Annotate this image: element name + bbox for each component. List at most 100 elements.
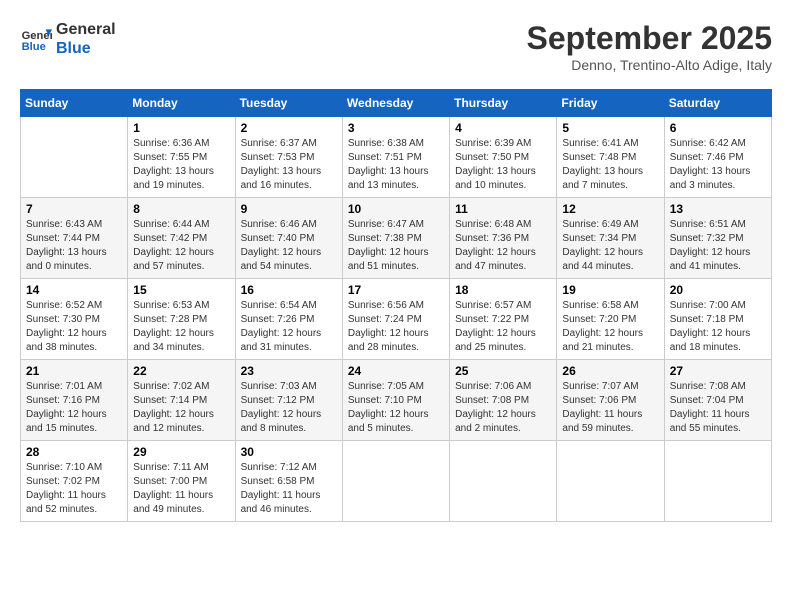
- day-number: 23: [241, 364, 337, 378]
- day-number: 8: [133, 202, 229, 216]
- calendar-cell: 23 Sunrise: 7:03 AM Sunset: 7:12 PM Dayli…: [235, 360, 342, 441]
- day-info: Sunrise: 7:06 AM Sunset: 7:08 PM Dayligh…: [455, 380, 551, 436]
- calendar-cell: 22 Sunrise: 7:02 AM Sunset: 7:14 PM Dayli…: [128, 360, 235, 441]
- day-info: Sunrise: 6:54 AM Sunset: 7:26 PM Dayligh…: [241, 299, 337, 355]
- day-info: Sunrise: 6:39 AM Sunset: 7:50 PM Dayligh…: [455, 137, 551, 193]
- day-number: 24: [348, 364, 444, 378]
- month-title: September 2025: [527, 20, 772, 57]
- calendar-cell: 10Sunrise: 6:47 AM Sunset: 7:38 PM Dayli…: [342, 198, 449, 279]
- calendar-cell: 18 Sunrise: 6:57 AM Sunset: 7:22 PM Dayli…: [450, 279, 557, 360]
- day-info: Sunrise: 7:05 AM Sunset: 7:10 PM Dayligh…: [348, 380, 444, 436]
- calendar-week-5: 28Sunrise: 7:10 AM Sunset: 7:02 PM Dayli…: [21, 441, 772, 522]
- day-number: 19: [562, 283, 658, 297]
- day-number: 29: [133, 445, 229, 459]
- calendar-cell: 21 Sunrise: 7:01 AM Sunset: 7:16 PM Dayli…: [21, 360, 128, 441]
- calendar-cell: 5 Sunrise: 6:41 AM Sunset: 7:48 PM Daylig…: [557, 117, 664, 198]
- calendar-cell: 14 Sunrise: 6:52 AM Sunset: 7:30 PM Dayli…: [21, 279, 128, 360]
- day-number: 26: [562, 364, 658, 378]
- day-info: Sunrise: 7:07 AM Sunset: 7:06 PM Dayligh…: [562, 380, 658, 436]
- calendar-cell: 19 Sunrise: 6:58 AM Sunset: 7:20 PM Dayli…: [557, 279, 664, 360]
- calendar-cell: 26 Sunrise: 7:07 AM Sunset: 7:06 PM Dayli…: [557, 360, 664, 441]
- day-header-sunday: Sunday: [21, 90, 128, 117]
- calendar-body: 1 Sunrise: 6:36 AM Sunset: 7:55 PM Daylig…: [21, 117, 772, 522]
- calendar-cell: 15Sunrise: 6:53 AM Sunset: 7:28 PM Dayli…: [128, 279, 235, 360]
- calendar-cell: 4 Sunrise: 6:39 AM Sunset: 7:50 PM Daylig…: [450, 117, 557, 198]
- day-info: Sunrise: 7:10 AM Sunset: 7:02 PM Dayligh…: [26, 461, 122, 517]
- day-number: 17: [348, 283, 444, 297]
- day-info: Sunrise: 6:51 AM Sunset: 7:32 PM Dayligh…: [670, 218, 766, 274]
- title-block: September 2025 Denno, Trentino-Alto Adig…: [527, 20, 772, 73]
- day-info: Sunrise: 7:08 AM Sunset: 7:04 PM Dayligh…: [670, 380, 766, 436]
- calendar-cell: 9 Sunrise: 6:46 AM Sunset: 7:40 PM Daylig…: [235, 198, 342, 279]
- day-info: Sunrise: 7:00 AM Sunset: 7:18 PM Dayligh…: [670, 299, 766, 355]
- day-header-monday: Monday: [128, 90, 235, 117]
- day-info: Sunrise: 6:57 AM Sunset: 7:22 PM Dayligh…: [455, 299, 551, 355]
- calendar-cell: 17Sunrise: 6:56 AM Sunset: 7:24 PM Dayli…: [342, 279, 449, 360]
- day-info: Sunrise: 6:43 AM Sunset: 7:44 PM Dayligh…: [26, 218, 122, 274]
- calendar-cell: 25Sunrise: 7:06 AM Sunset: 7:08 PM Dayli…: [450, 360, 557, 441]
- day-info: Sunrise: 6:44 AM Sunset: 7:42 PM Dayligh…: [133, 218, 229, 274]
- calendar-cell: [664, 441, 771, 522]
- day-number: 12: [562, 202, 658, 216]
- day-header-tuesday: Tuesday: [235, 90, 342, 117]
- day-number: 22: [133, 364, 229, 378]
- day-info: Sunrise: 6:49 AM Sunset: 7:34 PM Dayligh…: [562, 218, 658, 274]
- calendar-week-3: 14 Sunrise: 6:52 AM Sunset: 7:30 PM Dayli…: [21, 279, 772, 360]
- day-info: Sunrise: 6:42 AM Sunset: 7:46 PM Dayligh…: [670, 137, 766, 193]
- day-info: Sunrise: 7:03 AM Sunset: 7:12 PM Dayligh…: [241, 380, 337, 436]
- svg-text:Blue: Blue: [22, 41, 46, 53]
- day-number: 5: [562, 121, 658, 135]
- day-info: Sunrise: 6:41 AM Sunset: 7:48 PM Dayligh…: [562, 137, 658, 193]
- day-info: Sunrise: 6:38 AM Sunset: 7:51 PM Dayligh…: [348, 137, 444, 193]
- day-number: 18: [455, 283, 551, 297]
- calendar-cell: 27 Sunrise: 7:08 AM Sunset: 7:04 PM Dayli…: [664, 360, 771, 441]
- calendar-cell: [557, 441, 664, 522]
- day-info: Sunrise: 7:02 AM Sunset: 7:14 PM Dayligh…: [133, 380, 229, 436]
- calendar-cell: [450, 441, 557, 522]
- calendar-cell: 11Sunrise: 6:48 AM Sunset: 7:36 PM Dayli…: [450, 198, 557, 279]
- day-number: 3: [348, 121, 444, 135]
- day-number: 10: [348, 202, 444, 216]
- day-number: 1: [133, 121, 229, 135]
- day-header-friday: Friday: [557, 90, 664, 117]
- day-number: 7: [26, 202, 122, 216]
- calendar-cell: 16Sunrise: 6:54 AM Sunset: 7:26 PM Dayli…: [235, 279, 342, 360]
- day-number: 27: [670, 364, 766, 378]
- day-number: 4: [455, 121, 551, 135]
- day-header-saturday: Saturday: [664, 90, 771, 117]
- day-info: Sunrise: 6:46 AM Sunset: 7:40 PM Dayligh…: [241, 218, 337, 274]
- day-info: Sunrise: 7:11 AM Sunset: 7:00 PM Dayligh…: [133, 461, 229, 517]
- day-number: 20: [670, 283, 766, 297]
- calendar-cell: 7 Sunrise: 6:43 AM Sunset: 7:44 PM Daylig…: [21, 198, 128, 279]
- day-info: Sunrise: 7:01 AM Sunset: 7:16 PM Dayligh…: [26, 380, 122, 436]
- day-number: 9: [241, 202, 337, 216]
- calendar-cell: 6 Sunrise: 6:42 AM Sunset: 7:46 PM Daylig…: [664, 117, 771, 198]
- day-header-wednesday: Wednesday: [342, 90, 449, 117]
- day-info: Sunrise: 7:12 AM Sunset: 6:58 PM Dayligh…: [241, 461, 337, 517]
- day-number: 6: [670, 121, 766, 135]
- calendar-cell: 12 Sunrise: 6:49 AM Sunset: 7:34 PM Dayli…: [557, 198, 664, 279]
- day-info: Sunrise: 6:37 AM Sunset: 7:53 PM Dayligh…: [241, 137, 337, 193]
- day-info: Sunrise: 6:36 AM Sunset: 7:55 PM Dayligh…: [133, 137, 229, 193]
- logo: General Blue General Blue: [20, 20, 116, 58]
- day-number: 13: [670, 202, 766, 216]
- day-info: Sunrise: 6:48 AM Sunset: 7:36 PM Dayligh…: [455, 218, 551, 274]
- logo-general: General: [56, 20, 116, 39]
- day-header-thursday: Thursday: [450, 90, 557, 117]
- calendar-week-1: 1 Sunrise: 6:36 AM Sunset: 7:55 PM Daylig…: [21, 117, 772, 198]
- day-number: 21: [26, 364, 122, 378]
- calendar-table: SundayMondayTuesdayWednesdayThursdayFrid…: [20, 89, 772, 522]
- logo-icon: General Blue: [20, 23, 52, 55]
- day-number: 2: [241, 121, 337, 135]
- day-info: Sunrise: 6:58 AM Sunset: 7:20 PM Dayligh…: [562, 299, 658, 355]
- day-info: Sunrise: 6:52 AM Sunset: 7:30 PM Dayligh…: [26, 299, 122, 355]
- logo-blue: Blue: [56, 39, 116, 58]
- calendar-week-2: 7 Sunrise: 6:43 AM Sunset: 7:44 PM Daylig…: [21, 198, 772, 279]
- calendar-cell: 13 Sunrise: 6:51 AM Sunset: 7:32 PM Dayli…: [664, 198, 771, 279]
- page-header: General Blue General Blue September 2025…: [20, 20, 772, 73]
- calendar-cell: 24 Sunrise: 7:05 AM Sunset: 7:10 PM Dayli…: [342, 360, 449, 441]
- location-subtitle: Denno, Trentino-Alto Adige, Italy: [527, 57, 772, 73]
- calendar-cell: 20 Sunrise: 7:00 AM Sunset: 7:18 PM Dayli…: [664, 279, 771, 360]
- day-number: 14: [26, 283, 122, 297]
- day-number: 30: [241, 445, 337, 459]
